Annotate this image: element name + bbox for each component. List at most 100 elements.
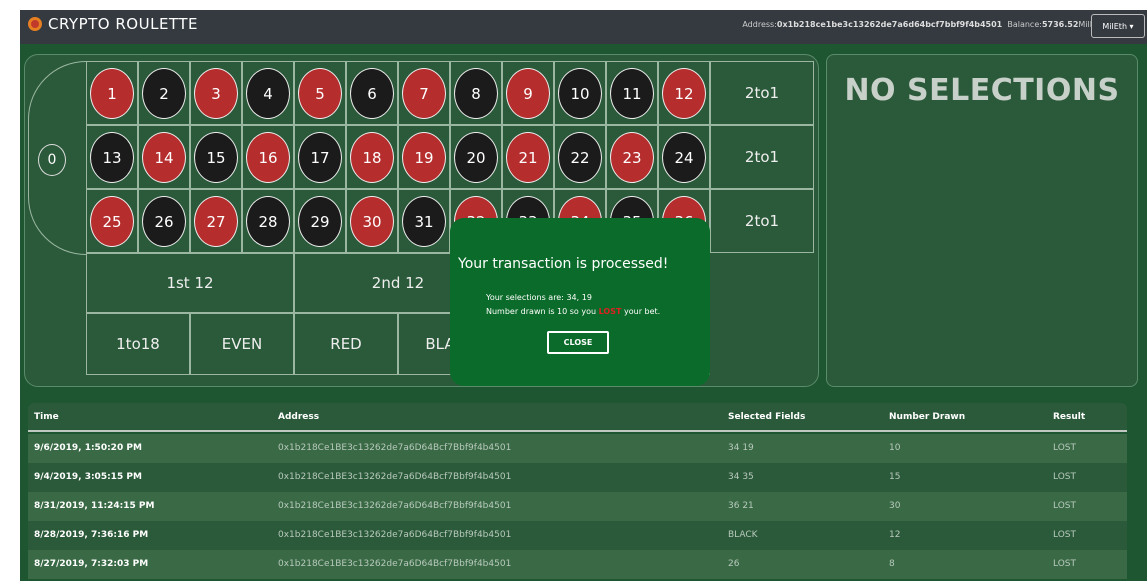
number-zero[interactable]: 0 [38,144,66,176]
table-row: 8/31/2019, 11:24:15 PM 0x1b218Ce1BE3c1326… [28,492,1127,521]
modal-selections-line: Your selections are: 34, 19 [486,293,592,302]
cell-address: 0x1b218Ce1BE3c13262de7a6D64Bcf7Bbf9f4b45… [278,559,512,569]
cell-time: 9/4/2019, 3:05:15 PM [34,472,142,482]
address-label: Address: [742,20,777,29]
outside-bet-3[interactable]: RED [294,313,398,375]
number-22[interactable]: 22 [558,132,602,183]
column-bet-1[interactable]: 2to1 [710,61,814,125]
number-cell[interactable]: 22 [554,125,606,189]
number-10[interactable]: 10 [558,68,602,119]
cell-selected: 36 21 [728,501,754,511]
balance-label: Balance: [1007,20,1042,29]
number-14[interactable]: 14 [142,132,186,183]
number-cell[interactable]: 19 [398,125,450,189]
number-cell[interactable]: 4 [242,61,294,125]
dozen-bet-1[interactable]: 1st 12 [86,253,294,313]
column-bet-3[interactable]: 2to1 [710,189,814,253]
number-5[interactable]: 5 [298,68,342,119]
column-bet-2[interactable]: 2to1 [710,125,814,189]
number-12[interactable]: 12 [662,68,706,119]
balance-value: 5736.52 [1041,20,1079,29]
number-2[interactable]: 2 [142,68,186,119]
number-20[interactable]: 20 [454,132,498,183]
history-header: Time Address Selected Fields Number Draw… [28,403,1127,432]
number-cell[interactable]: 15 [190,125,242,189]
number-cell[interactable]: 17 [294,125,346,189]
number-cell[interactable]: 8 [450,61,502,125]
number-cell[interactable]: 2 [138,61,190,125]
number-1[interactable]: 1 [90,68,134,119]
cell-drawn: 15 [889,472,901,482]
number-19[interactable]: 19 [402,132,446,183]
currency-dropdown-button[interactable]: MilEth ▾ [1091,14,1145,38]
number-cell[interactable]: 27 [190,189,242,253]
number-25[interactable]: 25 [90,196,134,247]
number-11[interactable]: 11 [610,68,654,119]
outside-bet-1[interactable]: 1to18 [86,313,190,375]
outside-bet-2[interactable]: EVEN [190,313,294,375]
number-cell[interactable]: 3 [190,61,242,125]
close-button[interactable]: CLOSE [547,331,609,354]
header-address: Address [278,412,320,422]
number-29[interactable]: 29 [298,196,342,247]
number-21[interactable]: 21 [506,132,550,183]
number-cell[interactable]: 31 [398,189,450,253]
number-23[interactable]: 23 [610,132,654,183]
number-4[interactable]: 4 [246,68,290,119]
number-27[interactable]: 27 [194,196,238,247]
number-cell[interactable]: 29 [294,189,346,253]
number-cell[interactable]: 6 [346,61,398,125]
number-cell[interactable]: 24 [658,125,710,189]
number-26[interactable]: 26 [142,196,186,247]
number-cell[interactable]: 26 [138,189,190,253]
brand[interactable]: CRYPTO ROULETTE [28,15,198,33]
number-cell[interactable]: 11 [606,61,658,125]
number-17[interactable]: 17 [298,132,342,183]
modal-lost-word: LOST [598,307,622,316]
selections-panel: NO SELECTIONS [826,54,1138,387]
number-13[interactable]: 13 [90,132,134,183]
cell-selected: 34 19 [728,443,754,453]
number-cell[interactable]: 30 [346,189,398,253]
number-7[interactable]: 7 [402,68,446,119]
number-16[interactable]: 16 [246,132,290,183]
number-31[interactable]: 31 [402,196,446,247]
number-30[interactable]: 30 [350,196,394,247]
cell-selected: 34 35 [728,472,754,482]
number-cell[interactable]: 28 [242,189,294,253]
number-cell[interactable]: 16 [242,125,294,189]
modal-drawn-prefix: Number drawn is 10 so you [486,307,599,316]
number-cell[interactable]: 10 [554,61,606,125]
number-cell[interactable]: 13 [86,125,138,189]
number-9[interactable]: 9 [506,68,550,119]
number-cell[interactable]: 14 [138,125,190,189]
table-row: 9/6/2019, 1:50:20 PM 0x1b218Ce1BE3c13262d… [28,434,1127,463]
number-3[interactable]: 3 [194,68,238,119]
number-cell[interactable]: 9 [502,61,554,125]
cell-drawn: 10 [889,443,901,453]
number-cell[interactable]: 12 [658,61,710,125]
number-28[interactable]: 28 [246,196,290,247]
number-cell[interactable]: 20 [450,125,502,189]
zero-cell[interactable]: 0 [28,61,86,255]
number-cell[interactable]: 1 [86,61,138,125]
number-8[interactable]: 8 [454,68,498,119]
number-cell[interactable]: 21 [502,125,554,189]
number-cell[interactable]: 7 [398,61,450,125]
cell-address: 0x1b218Ce1BE3c13262de7a6D64Bcf7Bbf9f4b45… [278,501,512,511]
modal-drawn-suffix: your bet. [621,307,661,316]
number-6[interactable]: 6 [350,68,394,119]
cell-address: 0x1b218Ce1BE3c13262de7a6D64Bcf7Bbf9f4b45… [278,530,512,540]
number-18[interactable]: 18 [350,132,394,183]
number-cell[interactable]: 25 [86,189,138,253]
number-cell[interactable]: 5 [294,61,346,125]
header-result: Result [1053,412,1086,422]
cell-selected: 26 [728,559,740,569]
number-cell[interactable]: 23 [606,125,658,189]
cell-time: 8/28/2019, 7:36:16 PM [34,530,149,540]
header-time: Time [34,412,59,422]
cell-drawn: 30 [889,501,901,511]
number-cell[interactable]: 18 [346,125,398,189]
number-24[interactable]: 24 [662,132,706,183]
number-15[interactable]: 15 [194,132,238,183]
